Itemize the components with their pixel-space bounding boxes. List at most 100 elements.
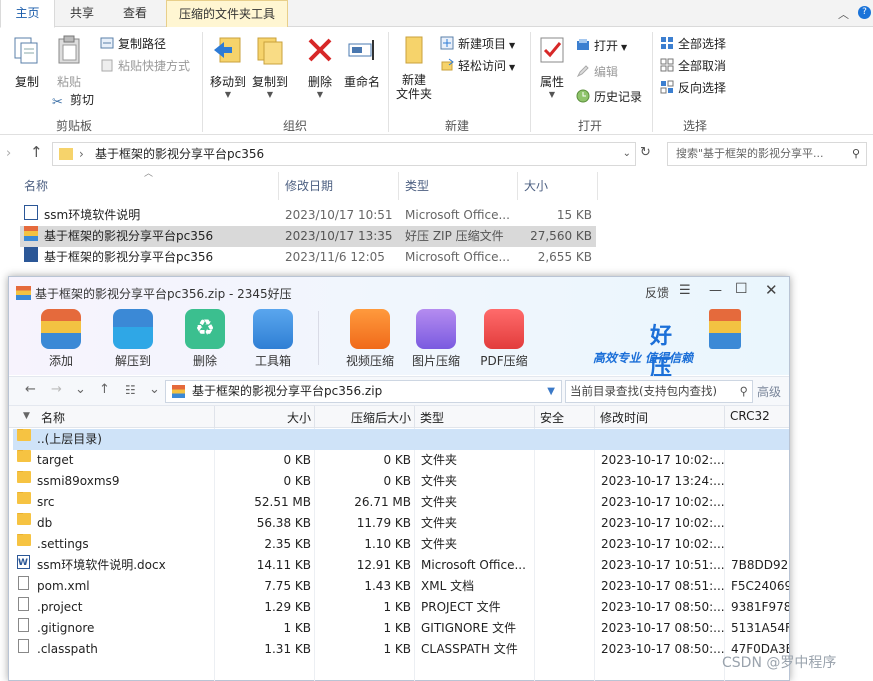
copy-to-icon bbox=[257, 37, 283, 65]
select-all-button[interactable]: 全部选择 bbox=[660, 34, 726, 54]
tab-compressed-folder-tools[interactable]: 压缩的文件夹工具 bbox=[166, 0, 288, 27]
chevron-right-icon: › bbox=[79, 147, 84, 161]
column-name[interactable]: 名称 bbox=[24, 172, 48, 200]
archive-entry-size: 14.11 KB bbox=[256, 558, 311, 572]
open-button[interactable]: 打开 ▼ bbox=[576, 36, 627, 56]
column-crc32[interactable]: CRC32 bbox=[730, 409, 770, 423]
move-to-label: 移动到 bbox=[209, 75, 246, 89]
edit-button[interactable]: 编辑 bbox=[576, 62, 618, 82]
paste-button[interactable]: 粘贴 bbox=[52, 34, 86, 90]
image-compress-button[interactable]: 图片压缩 bbox=[409, 309, 463, 369]
archive-row[interactable]: pom.xml 7.75 KB 1.43 KB XML 文档 2023-10-17 08… bbox=[13, 576, 789, 597]
chevron-down-icon[interactable]: ⌄ bbox=[75, 382, 86, 397]
dropdown-arrow-icon: ▼ bbox=[224, 90, 232, 99]
archive-entry-name: .gitignore bbox=[37, 621, 95, 635]
column-size[interactable]: 大小 bbox=[215, 409, 311, 426]
archive-entry-mtime: 2023-10-17 08:51:... bbox=[601, 579, 725, 593]
column-date[interactable]: 修改日期 bbox=[285, 172, 333, 200]
column-name[interactable]: 名称 bbox=[41, 409, 65, 426]
file-name: ssm环境软件说明 bbox=[44, 208, 141, 222]
chevron-down-icon[interactable]: ⌄ bbox=[623, 143, 631, 165]
archive-row[interactable]: .classpath 1.31 KB 1 KB CLASSPATH 文件 2023-10… bbox=[13, 639, 789, 660]
video-compress-button[interactable]: 视频压缩 bbox=[343, 309, 397, 369]
maximize-icon[interactable]: ☐ bbox=[735, 281, 748, 297]
new-item-button[interactable]: 新建项目 ▼ bbox=[440, 34, 515, 54]
copy-button[interactable]: 复制 bbox=[10, 34, 44, 90]
window-title: 基于框架的影视分享平台pc356.zip - 2345好压 bbox=[35, 287, 292, 301]
archive-path-input[interactable]: 基于框架的影视分享平台pc356.zip ▼ bbox=[165, 380, 562, 403]
properties-button[interactable]: 属性 ▼ bbox=[534, 34, 570, 99]
column-security[interactable]: 安全 bbox=[540, 409, 564, 426]
address-input[interactable]: › 基于框架的影视分享平台pc356 ⌄ bbox=[52, 142, 636, 166]
archive-row[interactable]: ssm环境软件说明.docx 14.11 KB 12.91 KB Microsoft … bbox=[13, 555, 789, 576]
parent-directory-row[interactable]: ..(上层目录) bbox=[13, 429, 789, 450]
column-packed-size[interactable]: 压缩后大小 bbox=[315, 409, 411, 426]
delete-button[interactable]: 删除 ▼ bbox=[302, 34, 338, 99]
copy-label: 复制 bbox=[14, 75, 39, 89]
archive-entry-crc: 9381F978 bbox=[731, 600, 789, 614]
back-arrow-icon[interactable]: ← bbox=[25, 382, 36, 397]
history-button[interactable]: 历史记录 bbox=[576, 87, 642, 107]
extract-to-button[interactable]: 解压到 bbox=[113, 309, 153, 369]
archive-entry-type: GITIGNORE 文件 bbox=[421, 621, 517, 635]
archive-row[interactable]: target 0 KB 0 KB 文件夹 2023-10-17 10:02:... bbox=[13, 450, 789, 471]
archive-entry-type: 文件夹 bbox=[421, 474, 458, 488]
invert-selection-button[interactable]: 反向选择 bbox=[660, 78, 726, 98]
archive-row[interactable]: .project 1.29 KB 1 KB PROJECT 文件 2023-10-17 … bbox=[13, 597, 789, 618]
dropdown-arrow-icon[interactable]: ▼ bbox=[547, 381, 555, 402]
toolbox-button[interactable]: 工具箱 bbox=[251, 309, 295, 369]
rename-button[interactable]: 重命名 bbox=[342, 34, 382, 90]
archive-search-input[interactable]: 当前目录查找(支持包内查找) ⚲ bbox=[565, 380, 753, 403]
refresh-icon[interactable]: ↻ bbox=[640, 145, 651, 160]
archive-row[interactable]: src 52.51 MB 26.71 MB 文件夹 2023-10-17 10:02:.… bbox=[13, 492, 789, 513]
paste-shortcut-button[interactable]: 粘贴快捷方式 bbox=[100, 56, 190, 76]
archive-entry-type: 文件夹 bbox=[421, 516, 458, 530]
column-size[interactable]: 大小 bbox=[524, 172, 548, 200]
file-row[interactable]: 基于框架的影视分享平台pc356 2023/11/6 12:05 Microso… bbox=[20, 247, 596, 268]
column-modified[interactable]: 修改时间 bbox=[600, 409, 648, 426]
new-folder-icon bbox=[405, 36, 423, 64]
archive-row[interactable]: db 56.38 KB 11.79 KB 文件夹 2023-10-17 10:02:..… bbox=[13, 513, 789, 534]
paste-label: 粘贴 bbox=[56, 75, 81, 89]
file-row[interactable]: ssm环境软件说明 2023/10/17 10:51 Microsoft Off… bbox=[20, 205, 596, 226]
chevron-down-icon[interactable]: ⌄ bbox=[149, 382, 160, 397]
column-type[interactable]: 类型 bbox=[420, 409, 444, 426]
archive-row[interactable]: .gitignore 1 KB 1 KB GITIGNORE 文件 2023-10-17… bbox=[13, 618, 789, 639]
cut-button[interactable]: ✂ 剪切 bbox=[52, 90, 94, 110]
copy-to-button[interactable]: 复制到 ▼ bbox=[250, 34, 290, 99]
move-to-button[interactable]: 移动到 ▼ bbox=[208, 34, 248, 99]
add-button[interactable]: 添加 bbox=[41, 309, 81, 369]
close-icon[interactable]: ✕ bbox=[765, 281, 778, 299]
archive-entry-packed: 0 KB bbox=[383, 474, 411, 488]
tab-home[interactable]: 主页 bbox=[0, 0, 55, 28]
address-path: 基于框架的影视分享平台pc356 bbox=[95, 147, 265, 161]
archive-row[interactable]: ssmi89oxms9 0 KB 0 KB 文件夹 2023-10-17 13:24:.… bbox=[13, 471, 789, 492]
search-input[interactable]: 搜索"基于框架的影视分享平... ⚲ bbox=[667, 142, 867, 166]
select-none-button[interactable]: 全部取消 bbox=[660, 56, 726, 76]
tab-share[interactable]: 共享 bbox=[56, 0, 108, 27]
pdf-compress-button[interactable]: PDF压缩 bbox=[477, 309, 531, 369]
feedback-link[interactable]: 反馈 bbox=[645, 284, 669, 301]
help-icon[interactable]: ? bbox=[858, 6, 871, 19]
copy-to-label: 复制到 bbox=[251, 75, 288, 89]
file-row[interactable]: 基于框架的影视分享平台pc356 2023/10/17 13:35 好压 ZIP… bbox=[20, 226, 596, 247]
tab-view[interactable]: 查看 bbox=[110, 0, 160, 27]
archive-row[interactable]: .settings 2.35 KB 1.10 KB 文件夹 2023-10-17 10:… bbox=[13, 534, 789, 555]
minimize-icon[interactable]: — bbox=[709, 283, 722, 298]
forward-arrow-icon[interactable]: → bbox=[51, 382, 62, 397]
view-mode-icon[interactable]: ☷ bbox=[125, 383, 136, 397]
menu-icon[interactable]: ☰ bbox=[679, 283, 691, 298]
search-icon[interactable]: ⚲ bbox=[740, 381, 748, 402]
advanced-search-link[interactable]: 高级 bbox=[757, 383, 781, 400]
search-icon[interactable]: ⚲ bbox=[852, 143, 860, 165]
copy-path-button[interactable]: 复制路径 bbox=[100, 34, 166, 54]
easy-access-button[interactable]: 轻松访问 ▼ bbox=[440, 56, 515, 76]
column-type[interactable]: 类型 bbox=[405, 172, 429, 200]
delete-button[interactable]: ♻ 删除 bbox=[185, 309, 225, 369]
new-folder-button[interactable]: 新建 文件夹 bbox=[394, 34, 434, 101]
up-arrow-icon[interactable]: ↑ bbox=[30, 143, 43, 161]
up-arrow-icon[interactable]: ↑ bbox=[99, 382, 110, 397]
properties-label: 属性 bbox=[539, 75, 564, 89]
forward-arrow-icon[interactable]: › bbox=[6, 146, 11, 161]
chevron-up-icon[interactable]: ︿ bbox=[838, 6, 849, 22]
